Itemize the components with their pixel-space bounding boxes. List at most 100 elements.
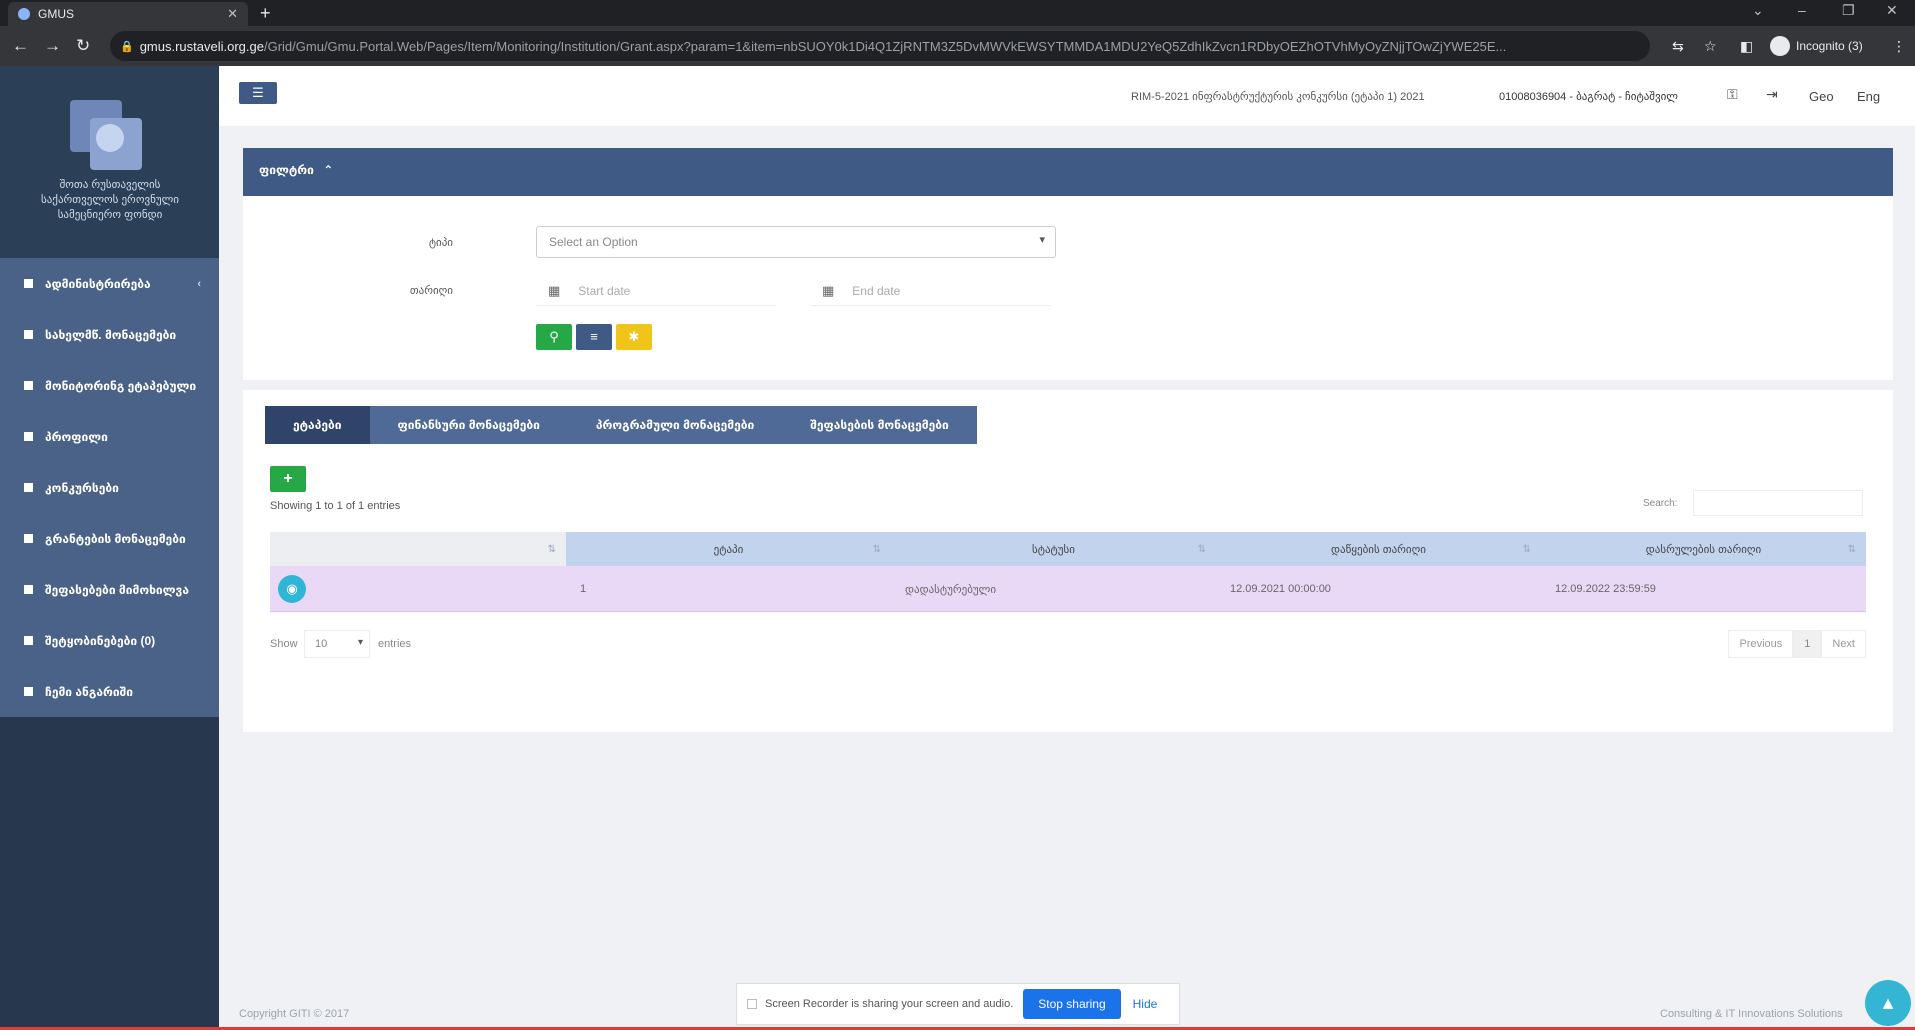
start-date-input[interactable]: ▦ Start date [536, 276, 776, 306]
restore-icon[interactable]: ❐ [1842, 2, 1855, 19]
sidebar-item-reviews[interactable]: შეფასებები მიმოხილვა [0, 564, 219, 615]
type-select[interactable]: Select an Option ▾ [536, 226, 1056, 258]
sidebar-item-administration[interactable]: ადმინისტრირება ‹ [0, 258, 219, 309]
new-tab-button[interactable]: + [260, 3, 271, 24]
sidebar-item-competitions[interactable]: კონკურსები [0, 462, 219, 513]
column-actions[interactable]: ⇅ [270, 532, 566, 566]
sort-icon: ⇅ [547, 543, 556, 555]
side-panel-icon[interactable]: ◧ [1740, 38, 1753, 55]
close-window-icon[interactable]: ✕ [1886, 2, 1898, 19]
tab-stages[interactable]: ეტაპები [265, 406, 370, 444]
grid-icon [24, 330, 33, 339]
minimize-icon[interactable]: – [1798, 2, 1806, 18]
browser-tabbar: GMUS ✕ + ⌄ – ❐ ✕ [0, 0, 1915, 26]
logo-area: შოთა რუსთაველის საქართველოს ეროვნული სამ… [0, 66, 219, 258]
scroll-top-button[interactable]: ▲ [1865, 980, 1911, 1026]
add-button[interactable]: + [270, 466, 306, 492]
incognito-badge[interactable]: Incognito (3) [1770, 35, 1863, 57]
project-info: RIM-5-2021 ინფრასტრუქტურის კონკურსი (ეტა… [1131, 91, 1425, 103]
cell-status: დადასტურებული [905, 583, 997, 596]
screen-share-bar: Screen Recorder is sharing your screen a… [736, 983, 1180, 1025]
more-menu-icon[interactable]: ⋮ [1892, 38, 1906, 55]
sidebar-item-account[interactable]: ჩემი ანგარიში [0, 666, 219, 717]
reload-icon[interactable]: ↻ [76, 36, 90, 56]
browser-tab[interactable]: GMUS ✕ [8, 2, 248, 26]
stop-sharing-button[interactable]: Stop sharing [1023, 989, 1121, 1019]
table-header: ⇅ ეტაპი ⇅ სტატუსი ⇅ დაწყების თარიღი ⇅ და… [270, 532, 1866, 566]
end-date-input[interactable]: ▦ End date [810, 276, 1050, 306]
grid-icon [24, 432, 33, 441]
page-length-select[interactable]: 10 ▾ [304, 630, 370, 658]
next-page-button[interactable]: Next [1821, 630, 1866, 658]
tab-programmatic[interactable]: პროგრამული მონაცემები [568, 406, 782, 444]
logout-icon[interactable]: ⇥ [1766, 86, 1778, 103]
bookmark-star-icon[interactable]: ☆ [1704, 38, 1717, 55]
chevron-down-icon: ▾ [1039, 234, 1045, 246]
forward-icon[interactable]: → [44, 36, 61, 56]
column-label: დასრულების თარიღი [1645, 543, 1762, 556]
sidebar-item-label: ჩემი ანგარიში [45, 684, 134, 699]
column-label: ეტაპი [713, 543, 744, 556]
tab-search-icon[interactable]: ⌄ [1752, 2, 1764, 19]
table-row[interactable]: ◉ 1 დადასტურებული 12.09.2021 00:00:00 12… [270, 566, 1866, 612]
sidebar-item-label: გრანტების მონაცემები [45, 531, 186, 546]
foundation-logo[interactable] [70, 100, 150, 176]
column-start-date[interactable]: დაწყების თარიღი ⇅ [1216, 532, 1541, 566]
view-icon[interactable]: ◉ [278, 575, 306, 603]
browser-toolbar: ← → ↻ 🔒 gmus.rustaveli.org.ge /Grid/Gmu/… [0, 26, 1915, 66]
search-label: Search: [1643, 498, 1678, 509]
app-topbar: ☰ RIM-5-2021 ინფრასტრუქტურის კონკურსი (ე… [219, 66, 1915, 126]
sidebar-item-grants[interactable]: გრანტების მონაცემები [0, 513, 219, 564]
user-info: 01008036904 - ბაგრატ - ჩიტაშვილ [1499, 91, 1679, 103]
incognito-label: Incognito (3) [1796, 39, 1863, 53]
translate-icon[interactable]: ⇆ [1672, 38, 1684, 55]
address-bar[interactable]: 🔒 gmus.rustaveli.org.ge /Grid/Gmu/Gmu.Po… [110, 31, 1650, 61]
tab-evaluation[interactable]: შეფასების მონაცემები [782, 406, 977, 444]
close-tab-icon[interactable]: ✕ [227, 6, 238, 22]
menu-toggle-button[interactable]: ☰ [239, 82, 277, 104]
url-path: /Grid/Gmu/Gmu.Portal.Web/Pages/Item/Moni… [263, 38, 1507, 54]
cell-start: 12.09.2021 00:00:00 [1230, 583, 1331, 595]
lang-geo-link[interactable]: Geo [1809, 89, 1834, 104]
stages-table: ⇅ ეტაპი ⇅ სტატუსი ⇅ დაწყების თარიღი ⇅ და… [270, 532, 1866, 612]
sort-icon: ⇅ [872, 543, 881, 555]
calendar-icon: ▦ [822, 282, 835, 298]
chevron-up-icon: ⌃ [323, 163, 334, 177]
sidebar-item-monitoring[interactable]: მონიტორინგ ეტაპებული [0, 360, 219, 411]
grid-icon [24, 636, 33, 645]
results-panel: ეტაპები ფინანსური მონაცემები პროგრამული … [243, 390, 1893, 732]
table-search-input[interactable] [1693, 490, 1863, 516]
row-actions: ◉ [270, 566, 566, 612]
results-tabs: ეტაპები ფინანსური მონაცემები პროგრამული … [265, 406, 977, 444]
page-1-button[interactable]: 1 [1793, 630, 1822, 658]
sidebar-item-notifications[interactable]: შეტყობინებები (0) [0, 615, 219, 666]
page-length-value: 10 [315, 638, 328, 650]
entries-info: Showing 1 to 1 of 1 entries [270, 500, 401, 512]
filter-header[interactable]: ფილტრი ⌃ [243, 148, 1893, 196]
previous-page-button[interactable]: Previous [1728, 630, 1794, 658]
show-label: Show [270, 638, 298, 650]
search-button[interactable]: ⚲ [536, 324, 572, 350]
sort-icon: ⇅ [1847, 543, 1856, 555]
column-stage[interactable]: ეტაპი ⇅ [566, 532, 891, 566]
clear-button[interactable]: ✱ [616, 324, 652, 350]
hide-button[interactable]: Hide [1133, 997, 1158, 1011]
lang-eng-link[interactable]: Eng [1857, 89, 1880, 104]
sort-icon: ⇅ [1522, 543, 1531, 555]
column-label: დაწყების თარიღი [1331, 543, 1426, 556]
sidebar-item-state-data[interactable]: სახელმწ. მონაცემები [0, 309, 219, 360]
cell-stage: 1 [580, 583, 587, 595]
key-icon[interactable]: ⚿ [1727, 86, 1738, 103]
grid-icon [24, 585, 33, 594]
calendar-icon: ▦ [548, 282, 561, 298]
table-footer: Show 10 ▾ entries Previous 1 Next [270, 630, 1866, 660]
back-icon[interactable]: ← [12, 36, 29, 56]
filter-panel: ტიპი Select an Option ▾ თარიღი ▦ Start d… [243, 196, 1893, 380]
column-status[interactable]: სტატუსი ⇅ [891, 532, 1216, 566]
start-date-placeholder: Start date [578, 283, 631, 298]
column-end-date[interactable]: დასრულების თარიღი ⇅ [1541, 532, 1866, 566]
sort-icon: ⇅ [1197, 543, 1206, 555]
tab-financial[interactable]: ფინანსური მონაცემები [370, 406, 568, 444]
sidebar-item-profile[interactable]: პროფილი [0, 411, 219, 462]
list-button[interactable]: ≡ [576, 324, 612, 350]
